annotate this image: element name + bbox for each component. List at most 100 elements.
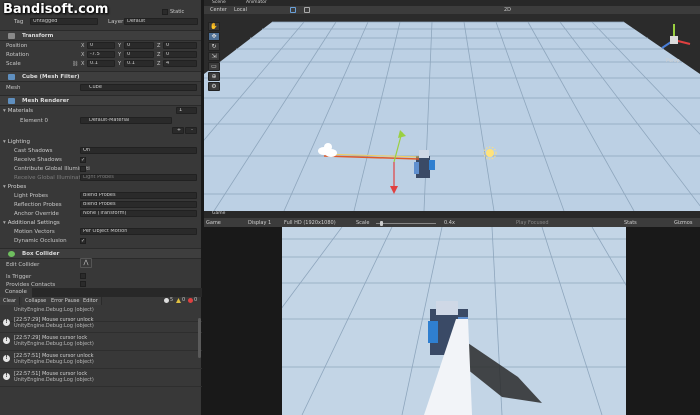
game-view-dropdown[interactable]: Game [206, 220, 221, 226]
receive-shadows-checkbox[interactable]: ✓ [80, 157, 86, 163]
position-y-field[interactable]: 0 [124, 42, 154, 49]
warning-count[interactable]: 0 [182, 297, 185, 303]
scene-view[interactable]: Scene Animator Center Local 2D ✋ ✥ ↻ ⇲ ▭… [204, 0, 700, 211]
material-field[interactable]: Default-Material [80, 117, 172, 124]
game-viewport[interactable] [282, 227, 626, 415]
additional-settings-foldout[interactable]: ▾ Additional Settings [3, 220, 60, 226]
error-pause-button[interactable]: Error Pause [48, 297, 84, 305]
console-entry[interactable]: ! [22:57:51] Mouse cursor unlock UnityEn… [0, 351, 202, 369]
watermark: Bandisoft.com [3, 2, 109, 17]
display-dropdown[interactable]: Display 1 [248, 220, 271, 226]
transform-tool-button[interactable]: ⊕ [208, 72, 220, 81]
move-tool-button[interactable]: ✥ [208, 32, 220, 41]
tag-label: Tag [14, 19, 24, 25]
edit-collider-button[interactable]: ⋀ [80, 258, 92, 268]
contribute-gi-label: Contribute Global Illuminati [14, 166, 90, 172]
scale-lock-icon[interactable]: ⛓ [72, 61, 78, 67]
lighting-foldout[interactable]: ▾ Lighting [3, 139, 30, 145]
position-z-field[interactable]: 0 [163, 42, 197, 49]
scale-value: 0.4x [444, 220, 455, 226]
orientation-gizmo[interactable] [652, 20, 696, 60]
dynamic-occlusion-label: Dynamic Occlusion [14, 238, 67, 244]
rotation-label: Rotation [6, 52, 30, 58]
rotate-tool-button[interactable]: ↻ [208, 42, 220, 51]
perspective-label[interactable]: Persp [666, 58, 680, 64]
local-global-dropdown[interactable]: Local [234, 7, 247, 13]
collapse-button[interactable]: Collapse [22, 297, 51, 305]
is-trigger-label: Is Trigger [6, 274, 32, 280]
mesh-filter-header[interactable]: Cube (Mesh Filter) [0, 71, 201, 82]
static-checkbox[interactable] [162, 9, 168, 15]
receive-gi-label: Receive Global Illuminati [14, 175, 83, 181]
info-count[interactable]: 5 [170, 297, 173, 303]
error-count[interactable]: 0 [194, 297, 197, 303]
transform-header[interactable]: Transform [0, 30, 201, 41]
console-entry[interactable]: ! [22:57:29] Mouse cursor lock UnityEngi… [0, 333, 202, 351]
scale-slider-thumb[interactable] [380, 221, 383, 226]
contribute-gi-checkbox[interactable] [80, 166, 86, 172]
console-scrollbar[interactable] [198, 318, 201, 358]
transform-icon [8, 33, 15, 39]
add-material-button[interactable]: + [172, 127, 184, 134]
play-focused-dropdown[interactable]: Play Focused [516, 220, 549, 226]
game-panel: Game Game Display 1 Full HD (1920x1080) … [204, 211, 700, 415]
info-icon: ! [3, 355, 10, 362]
rotation-x-field[interactable]: -7.5 [87, 51, 115, 58]
pivot-center-dropdown[interactable]: Center [210, 7, 227, 13]
anchor-override-field[interactable]: None (Transform) [80, 210, 197, 217]
transform-title: Transform [22, 33, 54, 39]
tab-scene[interactable]: Scene [212, 0, 226, 5]
probes-foldout[interactable]: ▾ Probes [3, 184, 26, 190]
info-icon: ! [3, 337, 10, 344]
mesh-renderer-icon [8, 98, 15, 104]
dynamic-occlusion-checkbox[interactable]: ✓ [80, 238, 86, 244]
grid-icon[interactable] [290, 7, 296, 13]
mesh-renderer-header[interactable]: Mesh Renderer [0, 95, 201, 106]
snap-icon[interactable] [304, 7, 310, 13]
receive-shadows-label: Receive Shadows [14, 157, 62, 163]
motion-vectors-dropdown[interactable]: Per Object Motion [80, 228, 197, 235]
remove-material-button[interactable]: - [185, 127, 197, 134]
tab-game[interactable]: Game [212, 211, 225, 216]
is-trigger-checkbox[interactable] [80, 273, 86, 279]
mode-2d-button[interactable]: 2D [504, 7, 511, 13]
box-collider-header[interactable]: Box Collider [0, 248, 201, 259]
rect-tool-button[interactable]: ▭ [208, 62, 220, 71]
reflection-probes-dropdown[interactable]: Blend Probes [80, 201, 197, 208]
materials-count-field[interactable]: 1 [176, 107, 197, 114]
scale-z-field[interactable]: 4 [163, 60, 197, 67]
tag-dropdown[interactable]: Untagged [30, 18, 98, 25]
console-entry[interactable]: ! [22:57:29] Mouse cursor unlock UnityEn… [0, 315, 202, 333]
custom-tool-button[interactable]: ⚙ [208, 82, 220, 91]
tab-console[interactable]: Console [0, 288, 32, 297]
materials-foldout[interactable]: ▾ Materials [3, 108, 33, 114]
scale-tool-button[interactable]: ⇲ [208, 52, 220, 61]
anchor-override-label: Anchor Override [14, 211, 59, 217]
hand-tool-button[interactable]: ✋ [208, 22, 220, 31]
resolution-dropdown[interactable]: Full HD (1920x1080) [284, 220, 336, 226]
receive-gi-dropdown: Light Probes [80, 174, 197, 181]
stats-button[interactable]: Stats [624, 220, 637, 226]
mesh-field[interactable]: Cube [80, 84, 197, 91]
editor-dropdown[interactable]: Editor [80, 297, 102, 305]
light-probes-dropdown[interactable]: Blend Probes [80, 192, 197, 199]
info-icon: ! [3, 319, 10, 326]
console-entry[interactable]: ! [22:57:51] Mouse cursor lock UnityEngi… [0, 369, 202, 387]
gizmos-button[interactable]: Gizmos [674, 220, 692, 226]
cast-shadows-dropdown[interactable]: On [80, 147, 197, 154]
mesh-label: Mesh [6, 85, 21, 91]
scene-viewport[interactable] [204, 14, 700, 211]
position-x-field[interactable]: 0 [87, 42, 115, 49]
layer-dropdown[interactable]: Default [124, 18, 198, 25]
rotation-y-field[interactable]: 0 [124, 51, 154, 58]
clear-button[interactable]: Clear [0, 297, 21, 305]
scale-x-field[interactable]: 0.1 [87, 60, 115, 67]
edit-collider-label: Edit Collider [6, 262, 40, 268]
scale-slider[interactable] [376, 223, 436, 224]
inspector-panel: Bandisoft.com Static Tag Untagged Layer … [0, 0, 202, 288]
scale-y-field[interactable]: 0.1 [124, 60, 154, 67]
rotation-z-field[interactable]: 0 [163, 51, 197, 58]
tab-animator[interactable]: Animator [246, 0, 267, 5]
light-probes-label: Light Probes [14, 193, 48, 199]
provides-contacts-checkbox[interactable] [80, 281, 86, 287]
